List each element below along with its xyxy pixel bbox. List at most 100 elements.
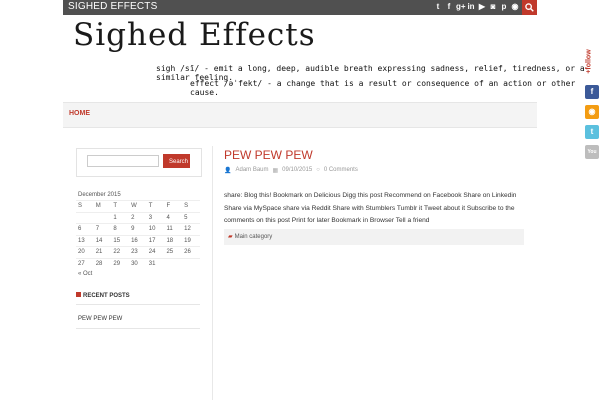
- calendar-day: 10: [148, 226, 156, 232]
- instagram-icon[interactable]: ◙: [489, 2, 497, 12]
- calendar-day: 13: [78, 237, 85, 244]
- calendar-day: 12: [184, 226, 191, 232]
- facebook-glyph: f: [590, 87, 594, 96]
- calendar-day: 17: [148, 237, 156, 244]
- calendar-day-header: S: [184, 203, 189, 209]
- rss-icon[interactable]: ◉: [585, 105, 599, 119]
- calendar-day: [76, 213, 94, 224]
- search-icon: [525, 3, 534, 12]
- facebook-icon[interactable]: f: [445, 2, 453, 12]
- rss-glyph: ◉: [588, 107, 596, 116]
- twitter-icon[interactable]: t: [434, 2, 442, 12]
- calendar-day: 6: [78, 226, 82, 232]
- calendar-day: 21: [95, 249, 103, 255]
- calendar-day: 28: [95, 260, 103, 267]
- calendar-day: 5: [184, 214, 188, 221]
- youtube-icon[interactable]: ▶: [478, 2, 486, 12]
- calendar-day: 3: [148, 214, 153, 221]
- calendar-day: 19: [184, 237, 191, 244]
- facebook-icon[interactable]: f: [585, 85, 599, 99]
- grid-icon: [76, 292, 81, 297]
- top-search-button[interactable]: [522, 0, 537, 15]
- calendar-day: 2: [131, 214, 135, 221]
- site-logo[interactable]: Sighed Effects: [73, 17, 316, 53]
- youtube-icon[interactable]: You: [585, 145, 599, 159]
- calendar-day: 25: [166, 249, 174, 255]
- calendar-week: 6 7 8 9 10 11 12: [76, 223, 200, 235]
- column-divider: [212, 146, 213, 400]
- calendar-header-row: S M T W T F S: [76, 200, 200, 212]
- top-bar: SIGHED EFFECTS t f g+ in ▶ ◙ p ◉: [63, 0, 537, 15]
- youtube-glyph: You: [587, 149, 597, 155]
- folder-icon: ▰: [228, 234, 233, 240]
- post-title[interactable]: PEW PEW PEW: [224, 148, 313, 162]
- calendar-week: 1 2 3 4 5: [76, 211, 200, 224]
- linkedin-icon[interactable]: in: [467, 2, 475, 12]
- calendar-day: 24: [148, 249, 156, 255]
- calendar-day: 14: [95, 237, 103, 244]
- recent-post-link[interactable]: PEW PEW PEW: [78, 316, 122, 322]
- site-name[interactable]: SIGHED EFFECTS: [68, 1, 157, 12]
- search-input[interactable]: [87, 155, 159, 167]
- calendar-day: 11: [166, 226, 173, 232]
- calendar-day: 1: [113, 214, 117, 221]
- calendar-day: 18: [166, 237, 174, 244]
- calendar-day: 15: [113, 237, 121, 244]
- pinterest-icon[interactable]: p: [500, 2, 508, 12]
- social-links: t f g+ in ▶ ◙ p ◉: [434, 2, 519, 12]
- google-plus-icon[interactable]: g+: [456, 2, 466, 12]
- nav-home[interactable]: HOME: [69, 110, 90, 117]
- calendar-day-header: S: [78, 203, 83, 209]
- sidebar-search-widget: Search: [76, 148, 202, 177]
- calendar-day: [94, 213, 112, 224]
- divider: [76, 328, 200, 329]
- twitter-glyph: t: [590, 127, 594, 136]
- calendar-day: 8: [113, 226, 117, 232]
- calendar-day-header: W: [131, 203, 137, 209]
- calendar-day: 16: [131, 237, 138, 244]
- recent-posts-label: RECENT POSTS: [83, 293, 130, 299]
- calendar-day: 4: [166, 214, 170, 221]
- calendar-day: 29: [113, 260, 121, 267]
- calendar-day: 30: [131, 260, 138, 267]
- calendar-day-header: F: [166, 203, 171, 209]
- post-author[interactable]: Adam Baum: [235, 167, 268, 174]
- twitter-icon[interactable]: t: [585, 125, 599, 139]
- calendar-caption: December 2015: [78, 192, 121, 198]
- calendar-day: 7: [95, 226, 100, 232]
- post-comments[interactable]: 0 Comments: [324, 167, 358, 174]
- post-body: share: Blog this! Bookmark on Delicious …: [224, 192, 517, 224]
- definition-effect: effect /əˈfekt/ - a change that is a res…: [190, 79, 576, 97]
- user-icon: 👤: [224, 168, 232, 174]
- calendar-icon: ▦: [272, 168, 279, 174]
- calendar-day: 26: [184, 249, 191, 255]
- calendar-widget: December 2015 S M T W T F S 1 2 3 4 5 6 …: [76, 190, 200, 277]
- calendar-week: 13 14 15 16 17 18 19: [76, 234, 200, 247]
- calendar-day: 20: [78, 249, 85, 255]
- follow-label: +follow: [585, 49, 593, 74]
- calendar-day: [164, 259, 182, 270]
- follow-widget: +follow f ◉ t You: [584, 46, 600, 160]
- calendar-day-header: T: [113, 203, 118, 209]
- calendar-week: 20 21 22 23 24 25 26: [76, 246, 200, 258]
- calendar-day: [182, 259, 200, 270]
- post-date[interactable]: 09/10/2015: [282, 167, 312, 174]
- main-nav: HOME: [63, 102, 537, 128]
- follow-tab[interactable]: +follow: [585, 46, 597, 79]
- calendar-day: 31: [148, 260, 156, 267]
- rss-icon[interactable]: ◉: [511, 2, 519, 12]
- calendar-day: 22: [113, 249, 121, 255]
- comment-icon: ○: [316, 167, 320, 173]
- calendar-day-header: M: [95, 203, 101, 209]
- calendar-week: 27 28 29 30 31: [76, 257, 200, 270]
- calendar-day: 23: [131, 249, 138, 255]
- calendar-prev-link[interactable]: « Oct: [76, 271, 200, 277]
- post-category[interactable]: Main category: [235, 234, 273, 240]
- recent-posts-title: RECENT POSTS: [76, 292, 200, 305]
- post-footer: ▰ Main category: [224, 229, 524, 245]
- calendar-day-header: T: [148, 203, 153, 209]
- post-meta: 👤 Adam Baum ▦ 09/10/2015 ○ 0 Comments: [224, 167, 358, 174]
- calendar-day: 27: [78, 260, 85, 267]
- calendar-day: 9: [131, 226, 135, 232]
- search-button[interactable]: Search: [163, 154, 190, 168]
